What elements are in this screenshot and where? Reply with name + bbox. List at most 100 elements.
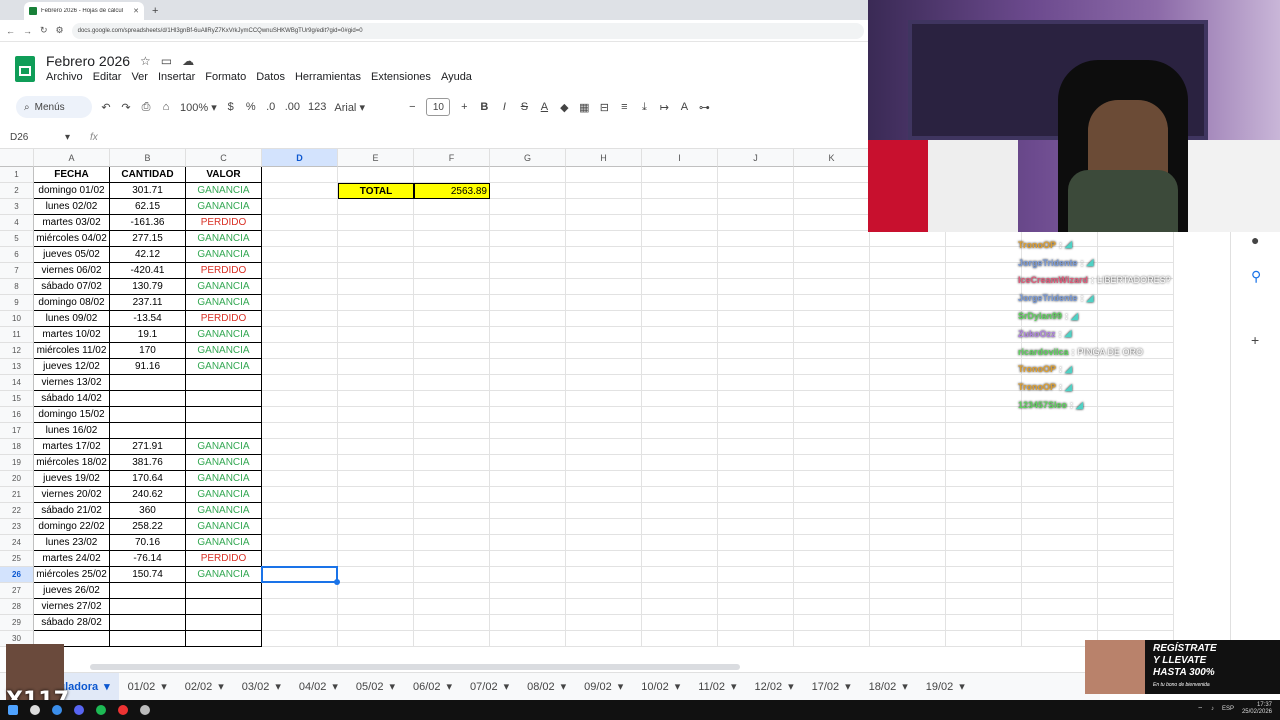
menu-ver[interactable]: Ver <box>131 71 148 83</box>
table-cell[interactable]: 62.15 <box>110 199 186 215</box>
empty-cell[interactable] <box>490 519 566 535</box>
empty-cell[interactable] <box>794 423 870 439</box>
chevron-down-icon[interactable]: ▾ <box>731 680 737 693</box>
empty-cell[interactable] <box>946 359 1022 375</box>
empty-cell[interactable] <box>946 535 1022 551</box>
star-icon[interactable]: ☆ <box>140 54 151 68</box>
column-header[interactable]: B <box>110 149 186 167</box>
chevron-down-icon[interactable]: ▾ <box>561 680 567 693</box>
zoom-select[interactable]: 100% ▾ <box>180 101 217 114</box>
empty-cell[interactable] <box>718 359 794 375</box>
empty-cell[interactable] <box>262 583 338 599</box>
empty-cell[interactable] <box>718 327 794 343</box>
empty-cell[interactable] <box>794 295 870 311</box>
row-header[interactable]: 26 <box>0 567 34 583</box>
empty-cell[interactable] <box>642 391 718 407</box>
empty-cell[interactable] <box>794 551 870 567</box>
empty-cell[interactable] <box>870 439 946 455</box>
table-cell[interactable]: martes 17/02 <box>34 439 110 455</box>
table-cell[interactable] <box>186 407 262 423</box>
row-header[interactable]: 15 <box>0 391 34 407</box>
empty-cell[interactable] <box>338 375 414 391</box>
empty-cell[interactable] <box>642 359 718 375</box>
table-cell[interactable] <box>186 423 262 439</box>
empty-cell[interactable] <box>490 391 566 407</box>
table-cell[interactable]: -76.14 <box>110 551 186 567</box>
row-header[interactable]: 17 <box>0 423 34 439</box>
empty-cell[interactable] <box>870 535 946 551</box>
menu-search[interactable]: ⌕ Menús <box>16 96 92 118</box>
empty-cell[interactable] <box>1098 535 1174 551</box>
empty-cell[interactable] <box>794 407 870 423</box>
language[interactable]: ESP <box>1222 706 1234 712</box>
empty-cell[interactable] <box>794 247 870 263</box>
new-tab-icon[interactable]: + <box>152 5 158 17</box>
empty-cell[interactable] <box>1022 599 1098 615</box>
empty-cell[interactable] <box>262 455 338 471</box>
italic-icon[interactable]: I <box>498 101 510 113</box>
empty-cell[interactable] <box>946 327 1022 343</box>
empty-cell[interactable] <box>490 199 566 215</box>
document-title[interactable]: Febrero 2026 <box>46 53 130 69</box>
table-cell[interactable]: martes 10/02 <box>34 327 110 343</box>
empty-cell[interactable] <box>566 183 642 199</box>
empty-cell[interactable] <box>262 471 338 487</box>
empty-cell[interactable] <box>414 311 490 327</box>
empty-cell[interactable] <box>414 503 490 519</box>
empty-cell[interactable] <box>338 631 414 647</box>
empty-cell[interactable] <box>642 311 718 327</box>
empty-cell[interactable] <box>946 583 1022 599</box>
empty-cell[interactable] <box>1022 535 1098 551</box>
sheet-tab[interactable]: 04/02 ▾ <box>290 673 347 701</box>
table-cell[interactable]: miércoles 25/02 <box>34 567 110 583</box>
empty-cell[interactable] <box>262 615 338 631</box>
row-header[interactable]: 11 <box>0 327 34 343</box>
row-header[interactable]: 29 <box>0 615 34 631</box>
table-cell[interactable]: martes 03/02 <box>34 215 110 231</box>
empty-cell[interactable] <box>414 471 490 487</box>
empty-cell[interactable] <box>642 183 718 199</box>
table-cell[interactable]: 301.71 <box>110 183 186 199</box>
table-cell[interactable]: GANANCIA <box>186 295 262 311</box>
empty-cell[interactable] <box>794 391 870 407</box>
table-cell[interactable]: GANANCIA <box>186 247 262 263</box>
empty-cell[interactable] <box>414 247 490 263</box>
horizontal-scrollbar[interactable] <box>90 664 740 670</box>
empty-cell[interactable] <box>414 375 490 391</box>
empty-cell[interactable] <box>338 487 414 503</box>
row-header[interactable]: 16 <box>0 407 34 423</box>
empty-cell[interactable] <box>490 247 566 263</box>
empty-cell[interactable] <box>566 599 642 615</box>
empty-cell[interactable] <box>1022 583 1098 599</box>
row-header[interactable]: 2 <box>0 183 34 199</box>
empty-cell[interactable] <box>566 343 642 359</box>
table-cell[interactable]: 360 <box>110 503 186 519</box>
reload-icon[interactable]: ↻ <box>40 25 48 36</box>
chevron-down-icon[interactable]: ▾ <box>845 680 851 693</box>
empty-cell[interactable] <box>490 375 566 391</box>
browser-tab[interactable]: Febrero 2026 - Hojas de cálcul ✕ <box>24 2 144 20</box>
bold-icon[interactable]: B <box>478 101 490 113</box>
empty-cell[interactable] <box>1022 439 1098 455</box>
empty-cell[interactable] <box>490 631 566 647</box>
table-cell[interactable]: PERDIDO <box>186 551 262 567</box>
select-all-corner[interactable] <box>0 149 34 167</box>
insert-link-icon[interactable]: ⊶ <box>698 101 710 114</box>
empty-cell[interactable] <box>642 231 718 247</box>
empty-cell[interactable] <box>566 471 642 487</box>
table-cell[interactable]: lunes 23/02 <box>34 535 110 551</box>
empty-cell[interactable] <box>718 439 794 455</box>
table-cell[interactable]: GANANCIA <box>186 359 262 375</box>
table-cell[interactable]: 42.12 <box>110 247 186 263</box>
empty-cell[interactable] <box>1098 583 1174 599</box>
table-cell[interactable] <box>110 599 186 615</box>
empty-cell[interactable] <box>414 455 490 471</box>
align-horizontal-icon[interactable]: ≡ <box>618 101 630 113</box>
empty-cell[interactable] <box>870 471 946 487</box>
empty-cell[interactable] <box>718 263 794 279</box>
empty-cell[interactable] <box>1098 519 1174 535</box>
sheet-tab[interactable]: 02/02 ▾ <box>176 673 233 701</box>
site-info-icon[interactable]: ⚙ <box>56 25 64 36</box>
empty-cell[interactable] <box>490 407 566 423</box>
empty-cell[interactable] <box>262 503 338 519</box>
